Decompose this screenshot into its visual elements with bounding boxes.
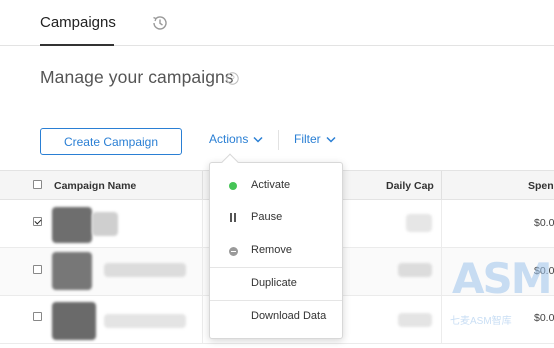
- page-title: Manage your campaigns: [40, 67, 234, 87]
- daily-cap-redacted: [406, 214, 432, 232]
- menu-item-duplicate[interactable]: Duplicate: [210, 269, 342, 299]
- menu-divider: [210, 267, 342, 268]
- row-divider: [202, 248, 203, 295]
- actions-dropdown-button[interactable]: Actions: [209, 132, 263, 146]
- select-all-checkbox[interactable]: [33, 180, 42, 189]
- filter-dropdown-button[interactable]: Filter: [294, 132, 336, 146]
- campaign-app-icon: [52, 207, 92, 243]
- row-divider: [202, 296, 203, 343]
- menu-item-label: Duplicate: [251, 277, 297, 289]
- menu-divider: [210, 300, 342, 301]
- pause-icon: [230, 213, 237, 222]
- menu-item-label: Remove: [251, 244, 292, 256]
- daily-cap-redacted: [398, 263, 432, 277]
- row-checkbox[interactable]: [33, 217, 42, 226]
- column-header-campaign-name[interactable]: Campaign Name: [54, 180, 136, 192]
- menu-item-label: Pause: [251, 211, 283, 223]
- row-checkbox[interactable]: [33, 312, 42, 321]
- campaign-name-redacted: [104, 263, 186, 277]
- menu-item-label: Download Data: [251, 310, 327, 322]
- daily-cap-redacted: [398, 313, 432, 327]
- menu-item-label: Activate: [251, 179, 291, 191]
- menu-item-remove[interactable]: Remove: [210, 236, 342, 266]
- top-tab-bar: Campaigns: [0, 0, 554, 46]
- menu-item-pause[interactable]: Pause: [210, 203, 342, 233]
- campaign-name-redacted: [92, 212, 118, 236]
- minus-circle-icon: [229, 247, 238, 256]
- column-header-daily-cap[interactable]: Daily Cap: [386, 180, 434, 192]
- watermark-mark: ASM: [452, 254, 553, 303]
- chevron-down-icon: [253, 136, 263, 143]
- green-status-dot-icon: [229, 182, 237, 190]
- svg-text:?: ?: [230, 74, 235, 83]
- column-separator: [202, 171, 203, 199]
- help-circle-icon[interactable]: ?: [226, 72, 239, 85]
- menu-item-activate[interactable]: Activate: [210, 171, 342, 201]
- actions-dropdown-menu: Activate Pause Remove Duplicate Download…: [209, 162, 343, 339]
- toolbar-divider: [278, 130, 279, 150]
- tab-campaigns[interactable]: Campaigns: [40, 14, 116, 31]
- create-campaign-button[interactable]: Create Campaign: [40, 128, 182, 155]
- filter-label: Filter: [294, 132, 321, 146]
- watermark-logo: ASM 七麦ASM智库: [442, 254, 554, 334]
- row-divider: [202, 200, 203, 247]
- watermark-caption: 七麦ASM智库: [450, 316, 512, 327]
- row-divider: [441, 200, 442, 247]
- column-separator: [441, 171, 442, 199]
- column-header-spend[interactable]: Spend: [528, 180, 554, 192]
- spend-value: $0.00: [534, 217, 554, 229]
- history-clock-icon[interactable]: [150, 13, 170, 33]
- active-tab-indicator: [40, 44, 114, 46]
- row-checkbox[interactable]: [33, 265, 42, 274]
- campaign-app-icon: [52, 302, 96, 340]
- actions-label: Actions: [209, 132, 249, 146]
- campaign-app-icon: [52, 252, 92, 290]
- campaign-name-redacted: [104, 314, 186, 328]
- menu-item-download-data[interactable]: Download Data: [210, 302, 342, 332]
- chevron-down-icon: [326, 136, 336, 143]
